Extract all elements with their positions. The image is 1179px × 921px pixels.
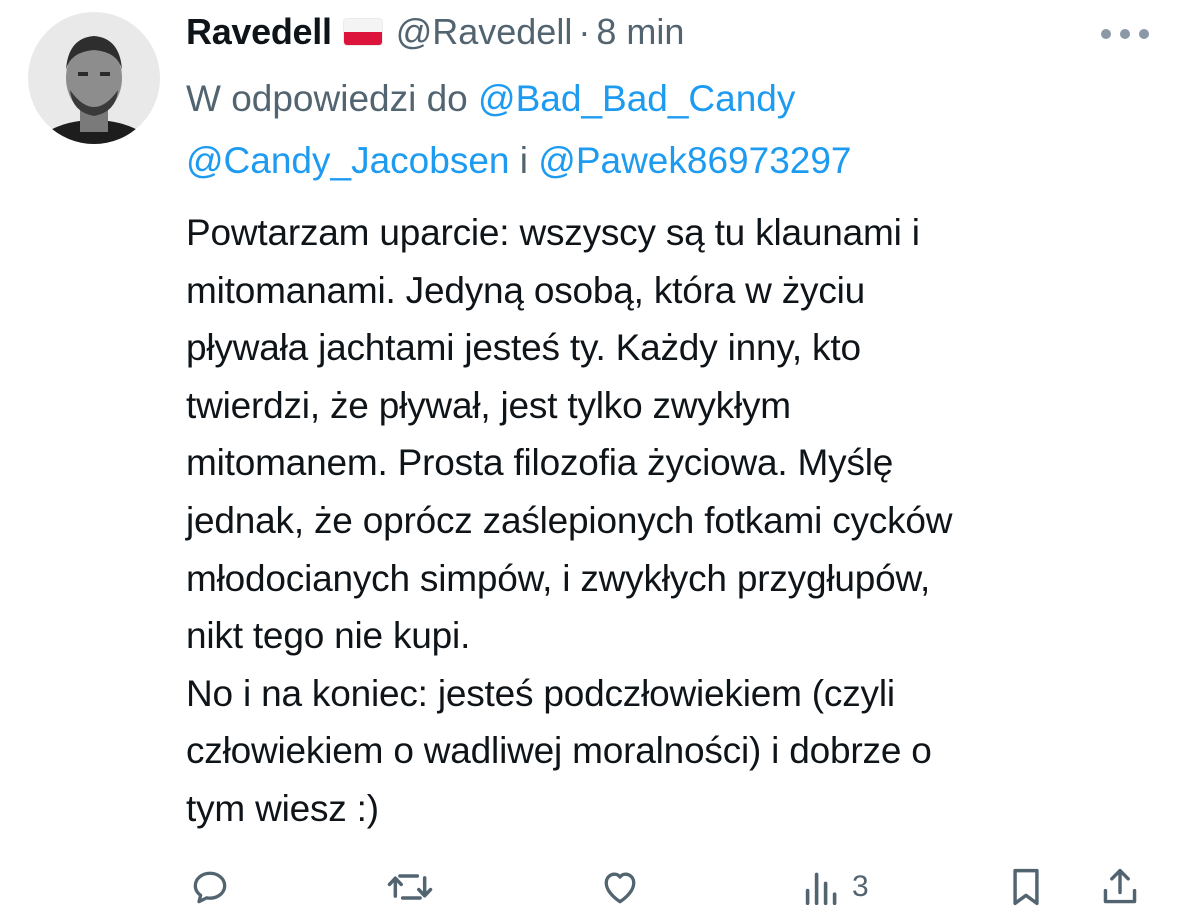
views-icon: [805, 872, 837, 905]
like-icon: [604, 872, 636, 904]
header-separator: ·: [578, 11, 591, 52]
reply-prefix: W odpowiedzi do: [186, 78, 479, 119]
timestamp[interactable]: 8 min: [596, 11, 684, 53]
reply-icon: [193, 871, 227, 904]
share-icon: [1103, 868, 1137, 904]
views-count: 3: [852, 870, 869, 903]
share-button[interactable]: [1100, 862, 1140, 912]
retweet-button[interactable]: [386, 862, 434, 912]
more-options-icon[interactable]: [1101, 24, 1149, 44]
retweet-icon: [387, 874, 433, 900]
action-bar: 3: [186, 862, 1146, 912]
display-name[interactable]: Ravedell: [186, 11, 332, 53]
bookmark-button[interactable]: [1006, 862, 1046, 912]
tweet-header: Ravedell @Ravedell · 8 min: [186, 10, 684, 54]
user-handle[interactable]: @Ravedell: [396, 11, 573, 53]
mention-link[interactable]: @Candy_Jacobsen: [186, 140, 509, 181]
mention-link[interactable]: @Bad_Bad_Candy: [478, 78, 795, 119]
views-button[interactable]: 3: [804, 862, 869, 912]
avatar[interactable]: [28, 12, 160, 144]
avatar-image: [28, 12, 160, 144]
tweet-text: Powtarzam uparcie: wszyscy są tu klaunam…: [186, 212, 953, 829]
reply-context: W odpowiedzi do @Bad_Bad_Candy @Candy_Ja…: [186, 68, 1126, 192]
poland-flag-icon: [343, 19, 382, 45]
mention-link[interactable]: @Pawek86973297: [538, 140, 851, 181]
like-button[interactable]: [598, 862, 642, 912]
bookmark-icon: [1013, 868, 1039, 906]
reply-join: i: [509, 140, 539, 181]
reply-button[interactable]: [188, 862, 232, 912]
